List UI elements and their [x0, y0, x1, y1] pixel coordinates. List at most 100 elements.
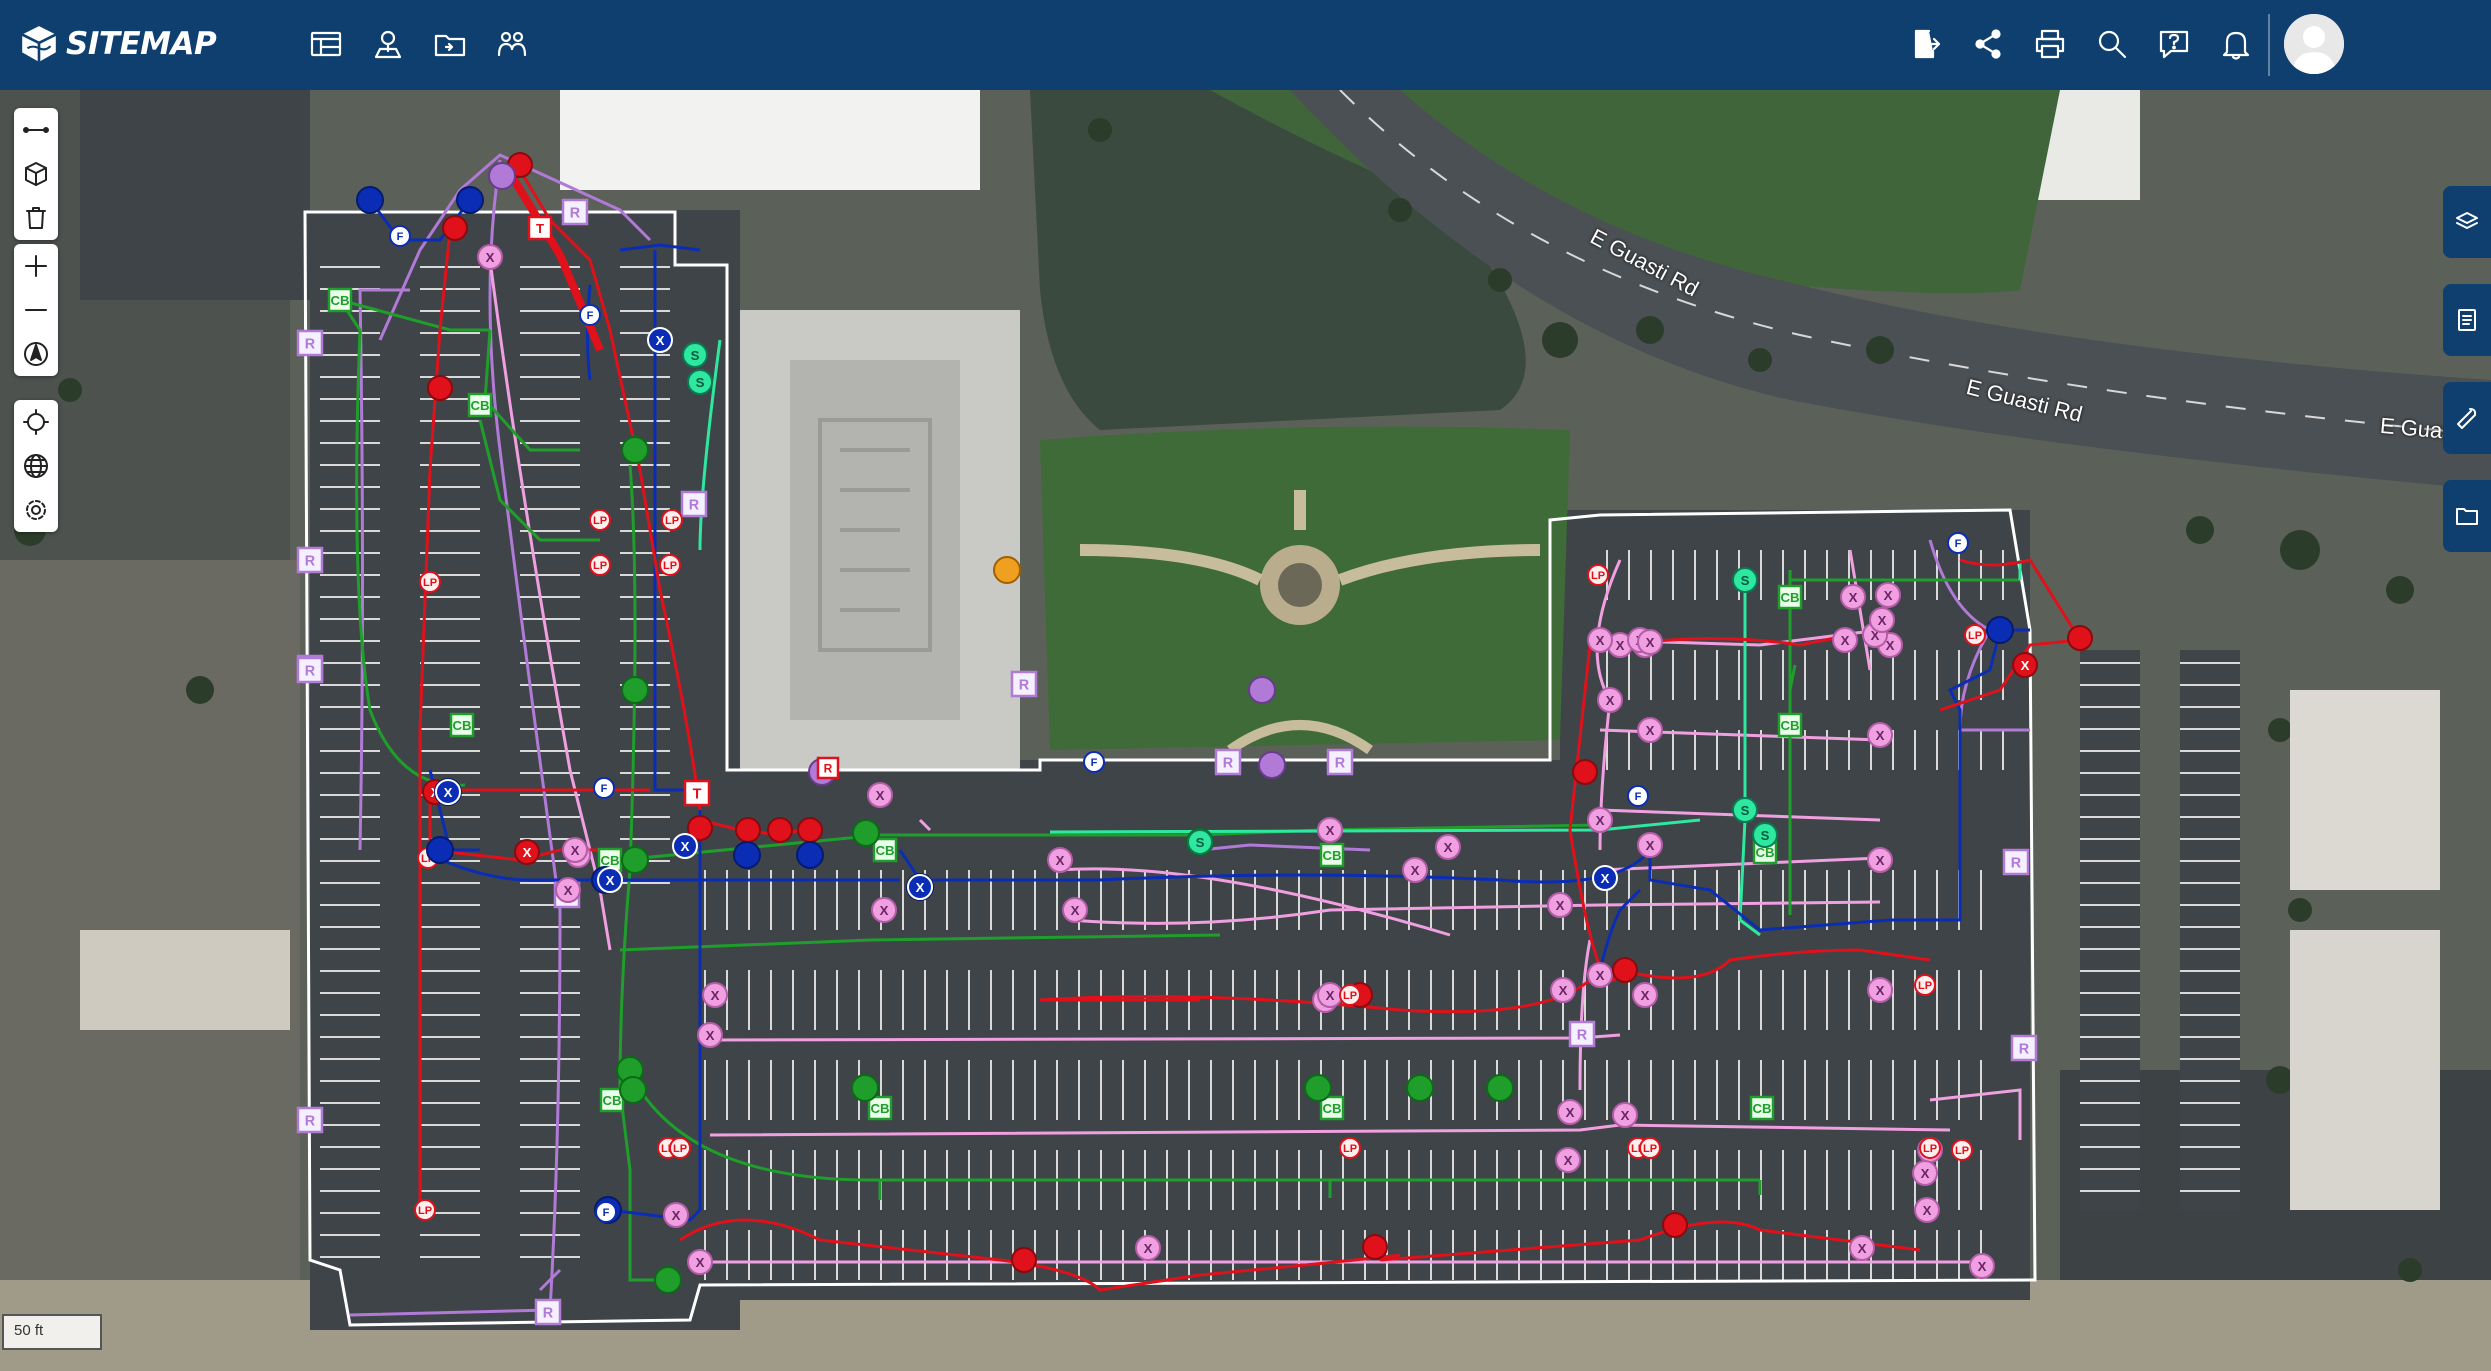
- storm-manhole-marker[interactable]: [619, 1076, 647, 1104]
- document-icon[interactable]: [2443, 284, 2491, 356]
- fire-hydrant-marker[interactable]: F: [593, 777, 615, 799]
- location-pin-icon[interactable]: [366, 22, 410, 66]
- riser-marker[interactable]: R: [296, 1106, 324, 1134]
- light-pole-marker[interactable]: LP: [1639, 1137, 1661, 1159]
- storm-manhole-marker[interactable]: [851, 1074, 879, 1102]
- electric-junction-marker[interactable]: X: [1840, 584, 1866, 610]
- fire-hydrant-marker[interactable]: F: [579, 304, 601, 326]
- riser-marker[interactable]: R: [296, 546, 324, 574]
- riser-marker[interactable]: R: [680, 490, 708, 518]
- fire-main-marker[interactable]: [1612, 957, 1638, 983]
- electric-junction-marker[interactable]: X: [1062, 897, 1088, 923]
- electric-junction-marker[interactable]: X: [1587, 962, 1613, 988]
- share-icon[interactable]: [1966, 22, 2010, 66]
- fire-main-marker[interactable]: [1662, 1212, 1688, 1238]
- water-valve-marker[interactable]: [733, 841, 761, 869]
- electric-junction-marker[interactable]: X: [687, 1249, 713, 1275]
- electric-junction-marker[interactable]: X: [1047, 847, 1073, 873]
- dashboard-icon[interactable]: [304, 22, 348, 66]
- fire-junction-marker[interactable]: X: [2012, 652, 2038, 678]
- 3d-box-icon[interactable]: [14, 152, 58, 196]
- electric-junction-marker[interactable]: X: [1869, 607, 1895, 633]
- water-junction-marker[interactable]: X: [435, 779, 461, 805]
- light-pole-marker[interactable]: LP: [659, 554, 681, 576]
- map-canvas[interactable]: RRRRRRRRRRRRRRRCBCBCBCBCBCBCBCBCBCBCBCBC…: [0, 90, 2491, 1371]
- transformer-marker[interactable]: T: [527, 215, 553, 241]
- fire-main-marker[interactable]: [442, 215, 468, 241]
- electric-junction-marker[interactable]: X: [697, 1022, 723, 1048]
- light-pole-marker[interactable]: LP: [589, 509, 611, 531]
- export-icon[interactable]: [1904, 22, 1948, 66]
- water-valve-marker[interactable]: [1986, 616, 2014, 644]
- light-pole-marker[interactable]: LP: [419, 571, 441, 593]
- user-avatar[interactable]: [2284, 14, 2344, 74]
- fire-hydrant-marker[interactable]: F: [595, 1201, 617, 1223]
- riser-marker[interactable]: R: [296, 329, 324, 357]
- electric-junction-marker[interactable]: X: [1402, 857, 1428, 883]
- reclaimed-marker[interactable]: S: [682, 342, 708, 368]
- riser-marker[interactable]: R: [1214, 748, 1242, 776]
- electric-junction-marker[interactable]: X: [1587, 627, 1613, 653]
- search-icon[interactable]: [2090, 22, 2134, 66]
- reclaimed-marker[interactable]: S: [1732, 567, 1758, 593]
- reclaimed-marker[interactable]: S: [687, 369, 713, 395]
- storm-manhole-marker[interactable]: [621, 846, 649, 874]
- catch-basin-marker[interactable]: CB: [1749, 1095, 1775, 1121]
- light-pole-marker[interactable]: LP: [661, 509, 683, 531]
- electric-junction-marker[interactable]: X: [1135, 1235, 1161, 1261]
- electric-junction-marker[interactable]: X: [477, 244, 503, 270]
- fire-main-marker[interactable]: [1572, 759, 1598, 785]
- globe-icon[interactable]: [14, 444, 58, 488]
- electric-junction-marker[interactable]: X: [663, 1202, 689, 1228]
- electric-junction-marker[interactable]: X: [1612, 1102, 1638, 1128]
- water-valve-marker[interactable]: [356, 186, 384, 214]
- electric-junction-marker[interactable]: X: [702, 982, 728, 1008]
- gas-meter-marker[interactable]: [1248, 676, 1276, 704]
- light-pole-marker[interactable]: LP: [1914, 974, 1936, 996]
- catch-basin-marker[interactable]: CB: [1777, 584, 1803, 610]
- transformer-marker[interactable]: T: [683, 779, 711, 807]
- fire-main-marker[interactable]: [767, 817, 793, 843]
- riser-marker[interactable]: R: [1326, 748, 1354, 776]
- electric-junction-marker[interactable]: X: [1912, 1160, 1938, 1186]
- storm-manhole-marker[interactable]: [1406, 1074, 1434, 1102]
- fire-main-marker[interactable]: [1362, 1234, 1388, 1260]
- fire-hydrant-marker[interactable]: F: [389, 225, 411, 247]
- catch-basin-marker[interactable]: CB: [449, 712, 475, 738]
- riser-marker[interactable]: R: [1568, 1020, 1596, 1048]
- fire-junction-marker[interactable]: X: [514, 839, 540, 865]
- fire-main-marker[interactable]: [1011, 1247, 1037, 1273]
- electric-junction-marker[interactable]: X: [1317, 817, 1343, 843]
- storm-manhole-marker[interactable]: [654, 1266, 682, 1294]
- light-pole-marker[interactable]: LP: [1339, 984, 1361, 1006]
- light-pole-marker[interactable]: LP: [1339, 1137, 1361, 1159]
- catch-basin-marker[interactable]: CB: [1319, 842, 1345, 868]
- electric-junction-marker[interactable]: X: [1867, 847, 1893, 873]
- electric-junction-marker[interactable]: X: [1832, 627, 1858, 653]
- storm-manhole-marker[interactable]: [621, 676, 649, 704]
- catch-basin-marker[interactable]: CB: [867, 1095, 893, 1121]
- storm-manhole-marker[interactable]: [621, 436, 649, 464]
- water-junction-marker[interactable]: X: [1592, 865, 1618, 891]
- water-valve-marker[interactable]: [796, 841, 824, 869]
- electric-junction-marker[interactable]: X: [1867, 977, 1893, 1003]
- light-pole-marker[interactable]: LP: [1951, 1139, 1973, 1161]
- electric-junction-marker[interactable]: X: [1637, 832, 1663, 858]
- electric-junction-marker[interactable]: X: [1557, 1099, 1583, 1125]
- electric-junction-marker[interactable]: X: [1849, 1235, 1875, 1261]
- fire-main-marker[interactable]: [735, 817, 761, 843]
- fire-hydrant-marker[interactable]: F: [1627, 785, 1649, 807]
- light-pole-marker[interactable]: LP: [589, 554, 611, 576]
- electric-junction-marker[interactable]: X: [1867, 722, 1893, 748]
- catch-basin-marker[interactable]: CB: [872, 837, 898, 863]
- notifications-icon[interactable]: [2214, 22, 2258, 66]
- light-pole-marker[interactable]: LP: [414, 1199, 436, 1221]
- folder-icon[interactable]: [428, 22, 472, 66]
- electric-junction-marker[interactable]: X: [555, 877, 581, 903]
- electric-junction-marker[interactable]: X: [1914, 1197, 1940, 1223]
- zoom-in-icon[interactable]: [14, 244, 58, 288]
- electric-junction-marker[interactable]: X: [867, 782, 893, 808]
- electric-junction-marker[interactable]: X: [1969, 1253, 1995, 1279]
- sitemap-logo[interactable]: SITEMAP: [18, 18, 217, 70]
- reclaimed-marker[interactable]: S: [1732, 797, 1758, 823]
